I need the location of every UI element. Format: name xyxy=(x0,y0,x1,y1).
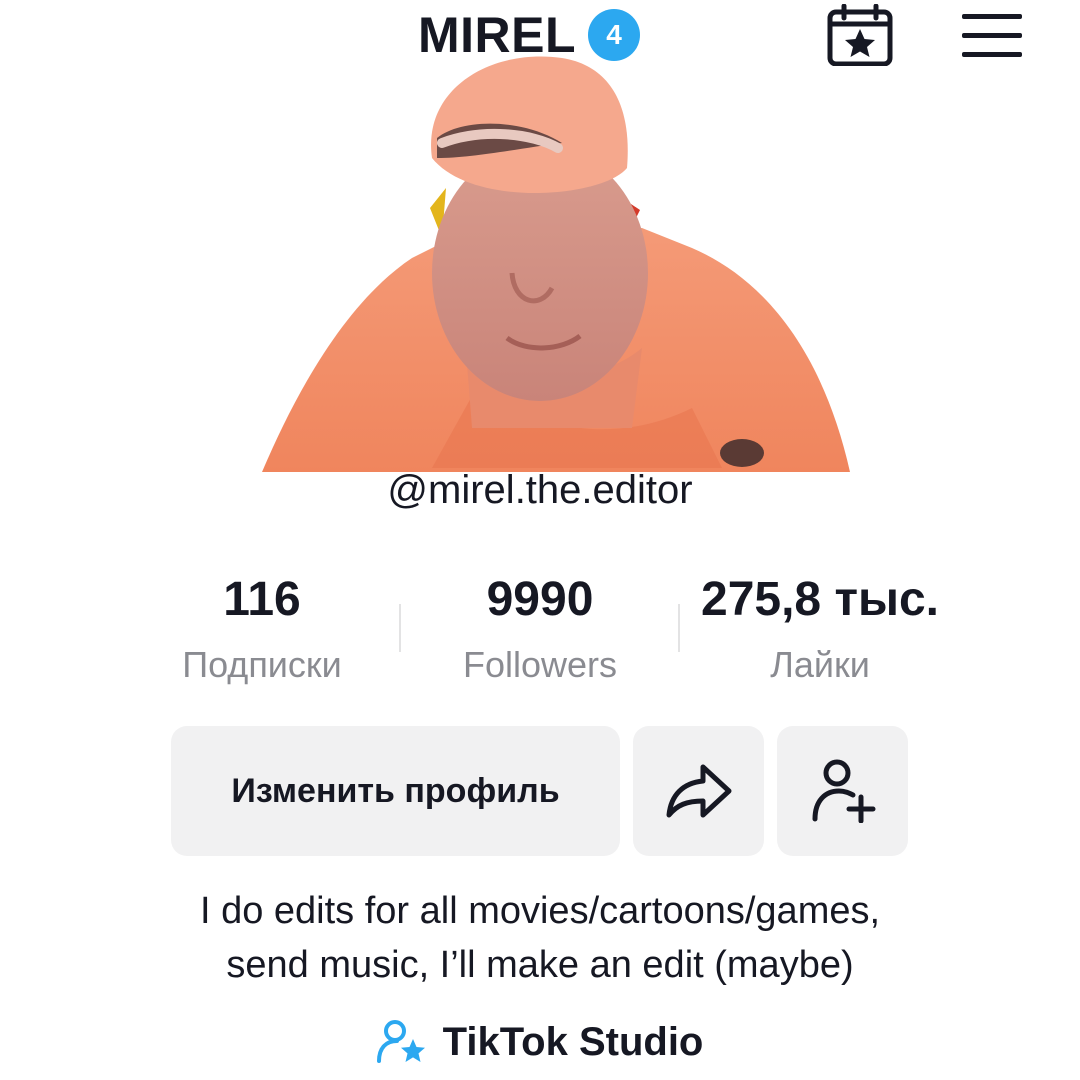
menu-line-icon xyxy=(962,52,1022,57)
stat-value: 275,8 тыс. xyxy=(701,573,939,626)
profile-bio: I do edits for all movies/cartoons/games… xyxy=(0,884,1080,992)
menu-button[interactable] xyxy=(962,12,1022,58)
bio-line: send music, I’ll make an edit (maybe) xyxy=(226,944,854,986)
stat-value: 9990 xyxy=(486,573,594,626)
bio-line: I do edits for all movies/cartoons/games… xyxy=(199,890,881,932)
add-friend-icon xyxy=(812,759,875,823)
menu-line-icon xyxy=(962,33,1022,38)
stat-label: Подписки xyxy=(182,644,342,685)
tiktok-studio-label: TikTok Studio xyxy=(442,1019,704,1064)
stat-following[interactable]: 116 Подписки xyxy=(162,570,362,696)
stat-likes[interactable]: 275,8 тыс. Лайки xyxy=(680,570,960,696)
stat-label: Лайки xyxy=(770,644,870,685)
stat-label: Followers xyxy=(462,644,618,685)
avatar[interactable] xyxy=(262,48,850,476)
username[interactable]: @mirel.the.editor xyxy=(0,466,1080,514)
stat-value: 116 xyxy=(223,573,301,626)
stat-divider xyxy=(399,604,401,652)
edit-profile-label: Изменить профиль xyxy=(231,771,560,810)
profile-screen: MIREL 4 @mirel.the.editor 116 Подписки 9… xyxy=(0,0,1080,1080)
edit-profile-button[interactable]: Изменить профиль xyxy=(171,726,620,856)
menu-line-icon xyxy=(962,14,1022,19)
stat-followers[interactable]: 9990 Followers xyxy=(440,570,640,696)
creator-star-icon xyxy=(376,1020,425,1063)
add-friend-button[interactable] xyxy=(777,726,908,856)
tiktok-studio-link[interactable]: TikTok Studio xyxy=(0,1012,1080,1072)
share-arrow-icon xyxy=(666,764,731,818)
share-profile-button[interactable] xyxy=(633,726,764,856)
